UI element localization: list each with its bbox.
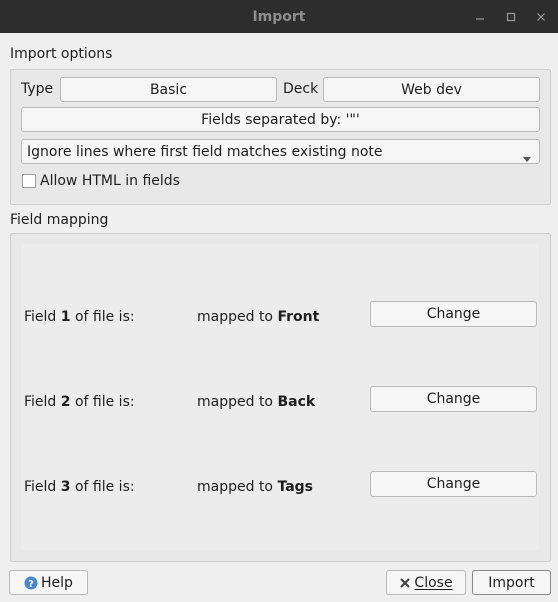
deck-label: Deck [283, 81, 319, 97]
help-button[interactable]: ? Help [9, 570, 88, 595]
mapped-to-label: mapped to Front [197, 309, 320, 325]
close-window-icon[interactable] [526, 0, 556, 33]
allow-html-label: Allow HTML in fields [40, 173, 180, 189]
help-icon: ? [24, 576, 38, 590]
change-field-2-button[interactable]: Change [370, 386, 537, 412]
field-mapping-label: Field mapping [10, 212, 109, 228]
file-field-label: Field 1 of file is: [24, 309, 135, 325]
minimize-icon[interactable] [465, 0, 495, 33]
svg-text:?: ? [28, 579, 34, 590]
note-type-button[interactable]: Basic [60, 77, 277, 102]
change-field-1-button[interactable]: Change [370, 301, 537, 327]
import-options-label: Import options [10, 46, 113, 62]
close-icon [399, 577, 411, 589]
maximize-icon[interactable] [496, 0, 526, 33]
field-mapping-row: Field 2 of file is: mapped to Back Chang… [21, 383, 539, 423]
title-bar: Import [0, 0, 558, 33]
duplicate-mode-value: Ignore lines where first field matches e… [27, 143, 383, 160]
close-label: Close [414, 574, 453, 591]
mapped-to-label: mapped to Tags [197, 479, 313, 495]
file-field-label: Field 3 of file is: [24, 479, 135, 495]
change-field-3-button[interactable]: Change [370, 471, 537, 497]
window-title: Import [252, 8, 306, 25]
field-mapping-row: Field 1 of file is: mapped to Front Chan… [21, 298, 539, 338]
close-button[interactable]: Close [386, 570, 466, 595]
type-label: Type [21, 81, 54, 97]
chevron-down-icon [523, 150, 531, 166]
field-mapping-area: Field 1 of file is: mapped to Front Chan… [21, 244, 539, 550]
mapped-to-label: mapped to Back [197, 394, 316, 410]
help-label: Help [41, 574, 73, 591]
file-field-label: Field 2 of file is: [24, 394, 135, 410]
import-button[interactable]: Import [472, 570, 551, 595]
fields-separated-button[interactable]: Fields separated by: '"' [21, 107, 540, 132]
duplicate-mode-select[interactable]: Ignore lines where first field matches e… [21, 139, 540, 164]
deck-button[interactable]: Web dev [323, 77, 540, 102]
field-mapping-row: Field 3 of file is: mapped to Tags Chang… [21, 468, 539, 508]
allow-html-checkbox[interactable] [22, 174, 36, 188]
